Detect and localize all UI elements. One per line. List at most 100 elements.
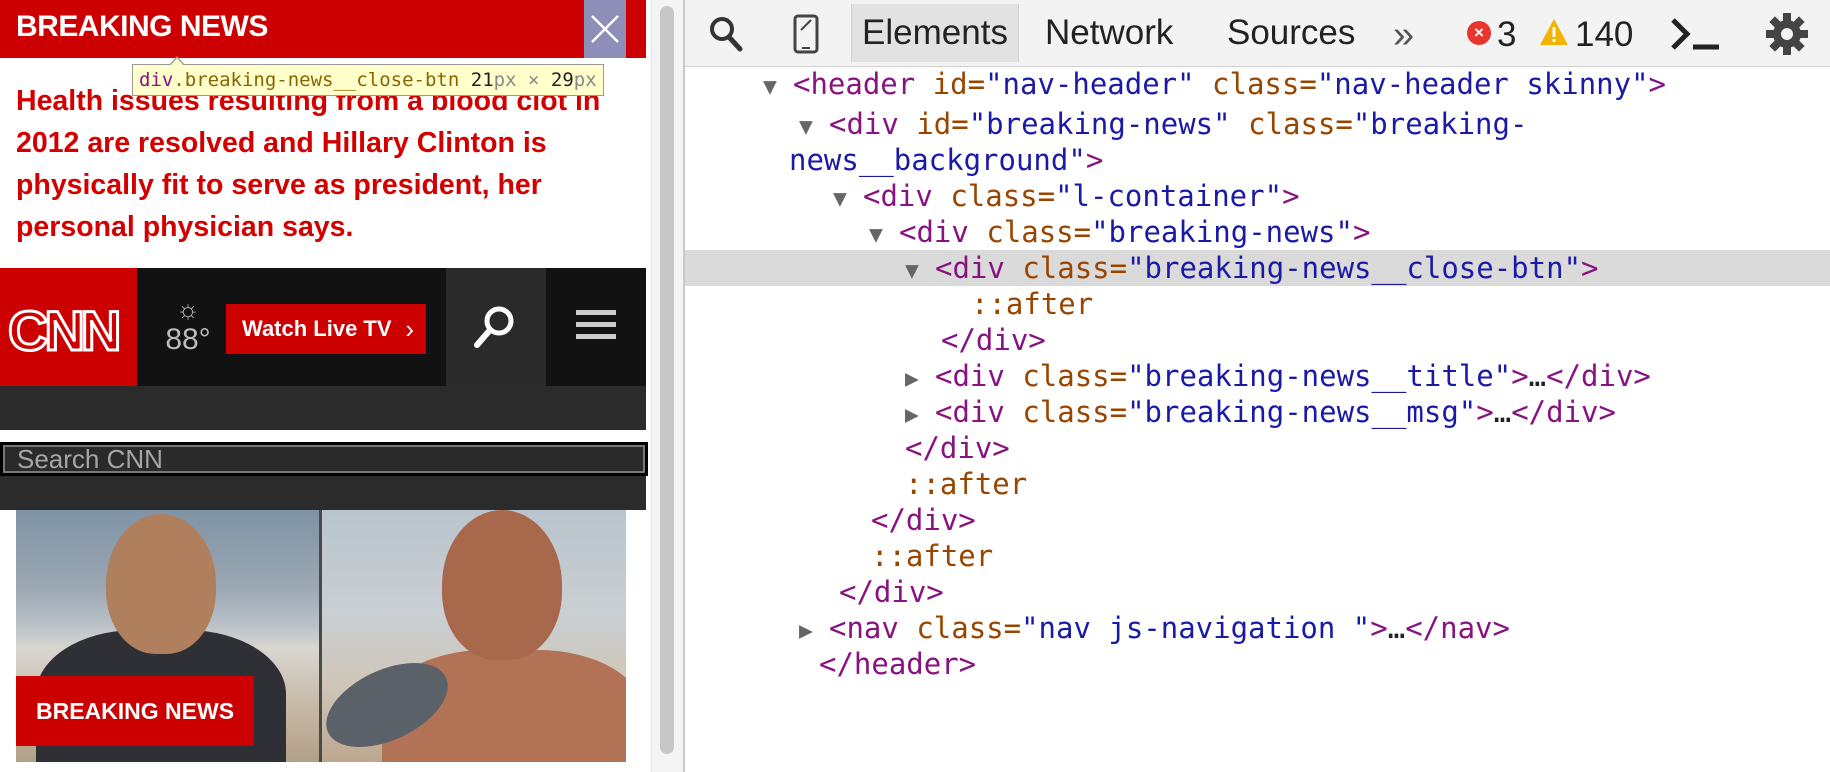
dom-node[interactable]: </div> (685, 502, 1830, 538)
dom-token: > (1648, 67, 1667, 101)
hamburger-menu-icon (576, 310, 616, 339)
dom-token: <div (935, 395, 1023, 429)
dom-token: class= (1022, 251, 1128, 285)
console-drawer-icon[interactable] (1671, 18, 1723, 50)
dom-node[interactable]: ▼ <div class="breaking-news"> (685, 214, 1830, 250)
dom-node[interactable]: ::after (685, 286, 1830, 322)
dom-token: … (1493, 395, 1512, 429)
error-icon[interactable]: × (1467, 21, 1491, 45)
breaking-news-close-button[interactable] (584, 0, 626, 58)
dom-node[interactable]: </div> (685, 322, 1830, 358)
dom-token: ::after (905, 467, 1028, 501)
cnn-mobile-page: BREAKING NEWS div.breaking-news__close-b… (0, 0, 683, 772)
expand-arrow-icon[interactable]: ▶ (905, 361, 935, 397)
sub-nav-strip (0, 386, 646, 430)
collapse-arrow-icon[interactable]: ▼ (905, 253, 935, 289)
scrollbar-thumb[interactable] (660, 6, 674, 754)
photo-breaking-badge: BREAKING NEWS (16, 676, 254, 746)
expand-arrow-icon[interactable]: ▶ (799, 613, 829, 649)
dom-node-selected[interactable]: ▼ <div class="breaking-news__close-btn"> (685, 250, 1830, 286)
dom-token: "breaking-news__title" (1127, 359, 1512, 393)
dom-token: class= (1022, 359, 1128, 393)
dom-token: </div> (1511, 395, 1616, 429)
photo-shape (442, 510, 562, 660)
tab-sources[interactable]: Sources (1227, 4, 1355, 62)
dom-node[interactable]: </div> (685, 574, 1830, 610)
inspect-search-icon[interactable] (709, 16, 743, 52)
element-inspector-tooltip: div.breaking-news__close-btn 21px × 29px (132, 56, 604, 96)
breaking-news-bar: BREAKING NEWS (0, 0, 646, 58)
dom-token: id= (916, 107, 969, 141)
collapse-arrow-icon[interactable]: ▼ (833, 181, 863, 217)
dom-token: > (1352, 215, 1371, 249)
more-tabs-chevron-icon[interactable]: » (1393, 6, 1414, 64)
dom-token: "breaking-news__close-btn" (1127, 251, 1582, 285)
dom-token: "breaking-news" (968, 107, 1231, 141)
dom-token: class= (1194, 67, 1317, 101)
dom-token: news__background" (789, 143, 1086, 177)
weather-temperature: 88° (165, 323, 211, 356)
hamburger-menu-button[interactable] (546, 268, 646, 386)
dom-node[interactable]: ▼ <header id="nav-header" class="nav-head… (685, 66, 1830, 102)
breaking-news-message[interactable]: Health issues resulting from a blood clo… (16, 80, 636, 248)
dom-token: class= (1230, 107, 1353, 141)
tooltip-unit: px (573, 69, 597, 91)
nav-search-button[interactable] (446, 268, 546, 386)
dom-token: "l-container" (1055, 179, 1283, 213)
search-icon (474, 306, 514, 348)
device-mode-icon[interactable] (793, 14, 819, 54)
dom-token: <div (935, 359, 1023, 393)
dom-token: > (1581, 251, 1599, 285)
dom-token: "breaking- (1352, 107, 1528, 141)
dom-node[interactable]: ▶ <div class="breaking-news__title">…</di… (685, 358, 1830, 394)
photo-shape (106, 514, 216, 654)
dom-token: </div> (941, 323, 1046, 357)
breaking-news-photo[interactable]: BREAKING NEWS (16, 510, 626, 762)
logo-text: CNN (6, 298, 122, 364)
dom-token: "nav-header" (985, 67, 1195, 101)
dom-node[interactable]: ::after (685, 538, 1830, 574)
dom-token: > (1370, 611, 1388, 645)
dom-node[interactable]: ▶ <div class="breaking-news__msg">…</div> (685, 394, 1830, 430)
page-scrollbar[interactable] (651, 0, 683, 772)
dom-token: </div> (839, 575, 944, 609)
chevron-right-icon: › (405, 314, 414, 344)
tab-elements[interactable]: Elements (851, 4, 1019, 62)
tooltip-times: × (516, 69, 551, 91)
tooltip-class: .breaking-news__close-btn (173, 69, 460, 91)
search-input[interactable] (3, 445, 645, 473)
dom-token: > (1282, 179, 1300, 213)
dom-node[interactable]: ::after (685, 466, 1830, 502)
warning-count[interactable]: 140 (1575, 6, 1633, 64)
settings-gear-icon[interactable] (1765, 12, 1809, 56)
tooltip-tag: div (139, 69, 174, 91)
dom-node[interactable]: ▼ <div class="l-container"> (685, 178, 1830, 214)
dom-node[interactable]: ▼ <div id="breaking-news" class="breaking… (685, 106, 1830, 142)
expand-arrow-icon[interactable]: ▶ (905, 397, 935, 433)
dom-node[interactable]: </header> (685, 646, 1830, 682)
breaking-news-title: BREAKING NEWS (16, 10, 268, 43)
dom-token: <div (863, 179, 951, 213)
watch-live-tv-button[interactable]: Watch Live TV › (226, 304, 426, 354)
weather-widget[interactable]: ☼ 88° (162, 296, 214, 358)
tab-network[interactable]: Network (1045, 4, 1173, 62)
dom-token: > (1085, 143, 1104, 177)
dom-token: class= (916, 611, 1022, 645)
collapse-arrow-icon[interactable]: ▼ (763, 69, 793, 105)
dom-token: <div (829, 107, 917, 141)
dom-token: ::after (971, 287, 1094, 321)
dom-token: </nav> (1405, 611, 1510, 645)
dom-node[interactable]: </div> (685, 430, 1830, 466)
error-count[interactable]: 3 (1497, 6, 1516, 64)
devtools-toolbar: Elements Network Sources » × 3 140 (685, 0, 1830, 67)
collapse-arrow-icon[interactable]: ▼ (869, 217, 899, 253)
warning-icon[interactable] (1539, 18, 1569, 46)
dom-token: class= (986, 215, 1092, 249)
dom-node[interactable]: news__background"> (685, 142, 1830, 178)
collapse-arrow-icon[interactable]: ▼ (799, 109, 829, 145)
tooltip-width: 21 (470, 69, 494, 91)
close-icon (591, 15, 619, 43)
dom-token: id= (932, 67, 986, 101)
dom-token: </div> (905, 431, 1010, 465)
dom-node[interactable]: ▶ <nav class="nav js-navigation ">…</nav> (685, 610, 1830, 646)
